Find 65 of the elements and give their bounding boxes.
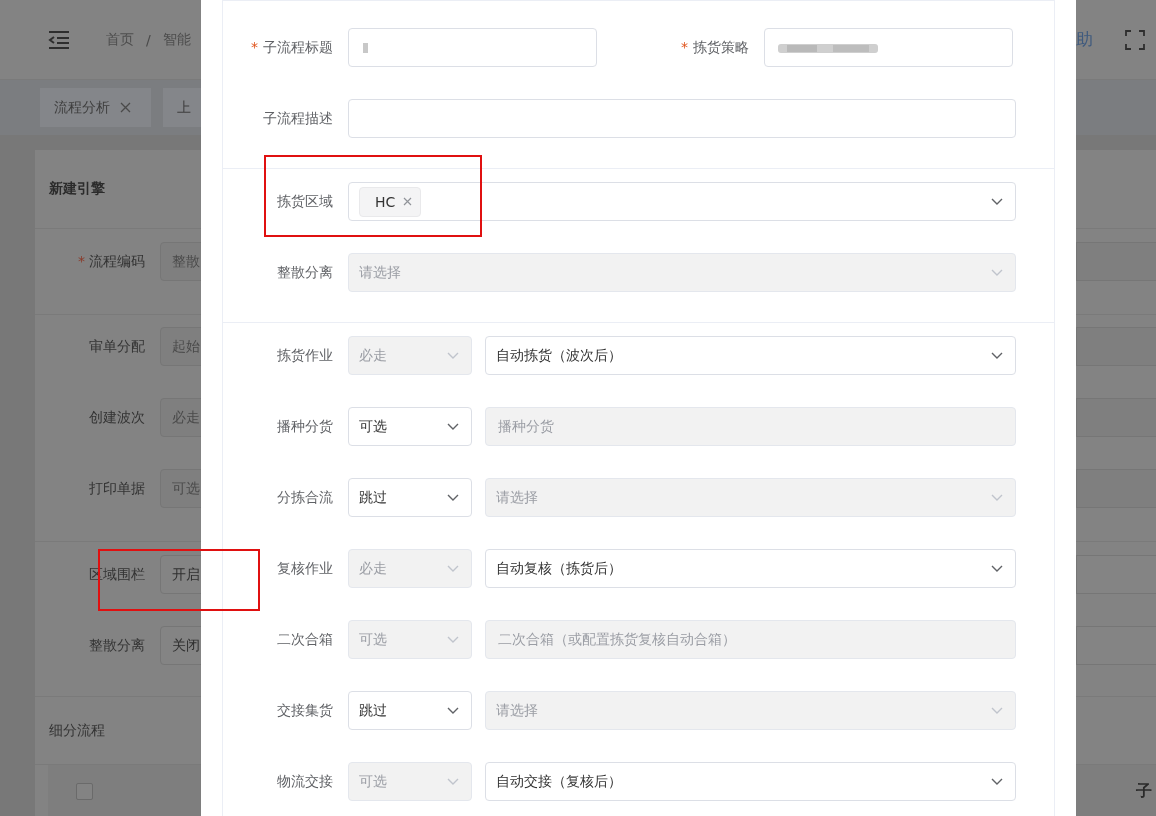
chevron-icon xyxy=(447,777,459,786)
field-label: 打印单据 xyxy=(89,479,145,496)
chevron-icon xyxy=(447,493,459,502)
close-icon[interactable] xyxy=(403,197,413,206)
chevron-icon xyxy=(447,422,459,431)
field-label: 播种分货 xyxy=(277,417,333,434)
chevron-icon xyxy=(447,564,459,573)
tag: HC xyxy=(359,186,422,217)
field-label: 物流交接 xyxy=(277,772,333,789)
checkbox[interactable] xyxy=(76,782,93,800)
select-field[interactable]: 可选 xyxy=(348,407,472,446)
select-field[interactable]: 自动复核（拣货后） xyxy=(485,549,1016,588)
column-header: 子 xyxy=(1136,780,1152,802)
select-field[interactable] xyxy=(1076,626,1156,665)
required-mark: * xyxy=(251,38,258,55)
close-icon[interactable] xyxy=(120,102,131,113)
select-field[interactable]: 自动交接（复核后） xyxy=(485,762,1016,801)
chevron-icon xyxy=(991,564,1003,573)
help-link[interactable]: 助 xyxy=(1076,28,1093,51)
section-title: 细分流程 xyxy=(49,721,105,740)
field-label: 子流程描述 xyxy=(263,109,333,126)
required-mark: * xyxy=(78,252,85,269)
select-field[interactable] xyxy=(1076,242,1156,281)
field-label: 拣货作业 xyxy=(277,346,333,363)
input-field[interactable] xyxy=(348,99,1016,138)
multi-select-field[interactable]: HC xyxy=(348,182,1016,221)
select-field[interactable] xyxy=(1076,327,1156,366)
chevron-icon xyxy=(991,268,1003,277)
page-tab[interactable]: 流程分析 xyxy=(40,88,151,127)
chevron-icon xyxy=(991,777,1003,786)
field-label: 整散分离 xyxy=(89,636,145,653)
chevron-icon xyxy=(447,706,459,715)
select-field[interactable] xyxy=(1076,555,1156,594)
chevron-icon xyxy=(991,351,1003,360)
field-label: 子流程标题 xyxy=(263,38,333,55)
field-label: 创建波次 xyxy=(89,408,145,425)
chevron-icon xyxy=(447,351,459,360)
input-field[interactable] xyxy=(348,28,597,67)
chevron-icon xyxy=(991,493,1003,502)
field-label: 整散分离 xyxy=(277,263,333,280)
chevron-icon xyxy=(991,197,1003,206)
menu-icon[interactable] xyxy=(48,30,70,49)
field-label: 流程编码 xyxy=(89,252,145,269)
select-field[interactable] xyxy=(1076,398,1156,437)
input-field[interactable] xyxy=(764,28,1013,67)
breadcrumb-separator: / xyxy=(146,31,151,48)
chevron-icon xyxy=(447,635,459,644)
select-field[interactable]: 关闭 xyxy=(160,626,201,665)
select-field[interactable]: 跳过 xyxy=(348,691,472,730)
select-field[interactable]: 自动拣货（波次后） xyxy=(485,336,1016,375)
field-label: 分拣合流 xyxy=(277,488,333,505)
chevron-icon xyxy=(991,706,1003,715)
redacted-value xyxy=(361,40,371,55)
field-label: 拣货策略 xyxy=(693,38,749,55)
required-mark: * xyxy=(681,38,688,55)
field-label: 复核作业 xyxy=(277,559,333,576)
field-label: 交接集货 xyxy=(277,701,333,718)
field-label: 拣货区域 xyxy=(277,192,333,209)
page-tab[interactable]: 上 xyxy=(163,88,201,127)
select-field[interactable]: 跳过 xyxy=(348,478,472,517)
field-label: 审单分配 xyxy=(89,337,145,354)
fullscreen-icon[interactable] xyxy=(1125,29,1145,50)
select-field[interactable]: 开启 xyxy=(160,555,201,594)
field-label: 二次合箱 xyxy=(277,630,333,647)
select-field[interactable] xyxy=(1076,469,1156,508)
